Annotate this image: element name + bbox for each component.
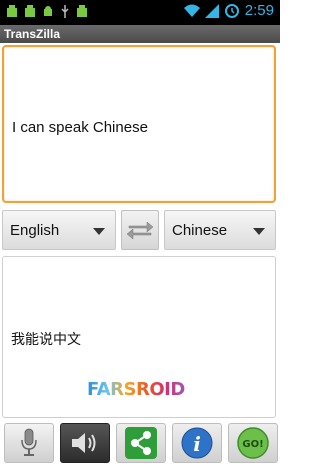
android-notification-icon xyxy=(25,5,35,17)
share-button[interactable] xyxy=(116,423,166,463)
source-text: I can speak Chinese xyxy=(12,119,148,136)
chevron-down-icon xyxy=(253,228,265,235)
translated-text: 我能说中文 xyxy=(11,332,81,348)
info-icon: i xyxy=(181,427,213,459)
usb-icon xyxy=(61,5,69,18)
go-button[interactable]: GO! xyxy=(228,423,278,463)
source-language-label: English xyxy=(10,222,60,239)
speaker-icon xyxy=(72,433,96,453)
sync-icon xyxy=(224,3,239,18)
swap-arrows-icon xyxy=(126,221,154,240)
language-selector-row: English Chinese xyxy=(0,207,280,253)
source-text-input[interactable]: I can speak Chinese xyxy=(2,45,276,203)
clock: 2:59 xyxy=(244,2,274,19)
chevron-down-icon xyxy=(93,228,105,235)
go-label: GO! xyxy=(242,439,263,450)
swap-languages-button[interactable] xyxy=(121,210,159,250)
speaker-button[interactable] xyxy=(60,423,110,463)
notification-icons xyxy=(6,5,88,18)
info-button[interactable]: i xyxy=(172,423,222,463)
app-title: TransZilla xyxy=(0,25,280,43)
wifi-icon xyxy=(183,4,200,17)
android-notification-icon xyxy=(7,5,17,17)
signal-icon xyxy=(204,3,219,18)
info-label: i xyxy=(193,432,201,456)
watermark-logo: FARSROID xyxy=(87,379,185,400)
share-icon xyxy=(125,427,157,459)
android-notification-icon xyxy=(44,6,52,16)
go-icon: GO! xyxy=(237,427,269,459)
microphone-button[interactable] xyxy=(4,423,54,463)
source-language-select[interactable]: English xyxy=(2,210,116,250)
target-language-select[interactable]: Chinese xyxy=(164,210,276,250)
translation-output[interactable]: 我能说中文 FARSROID xyxy=(2,256,276,418)
microphone-icon xyxy=(21,428,37,456)
status-bar: 2:59 xyxy=(0,0,280,25)
target-language-label: Chinese xyxy=(172,222,228,239)
android-notification-icon xyxy=(77,5,87,17)
status-icons: 2:59 xyxy=(183,2,274,19)
bottom-toolbar: i GO! xyxy=(0,420,280,467)
